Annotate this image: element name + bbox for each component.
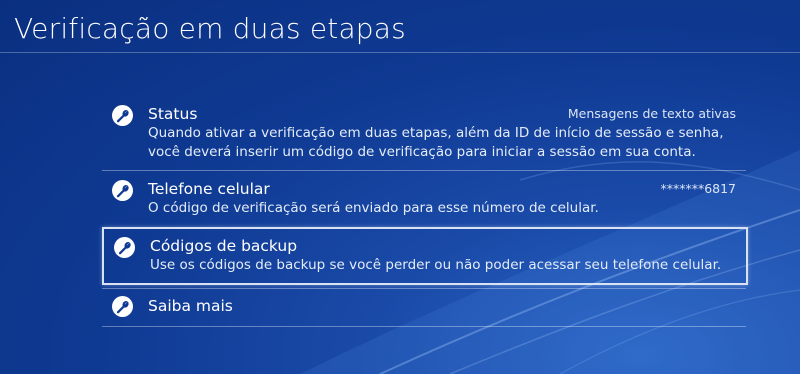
wrench-icon bbox=[112, 180, 133, 201]
menu-item-learn-more[interactable]: Saiba mais bbox=[102, 293, 748, 323]
wrench-icon bbox=[112, 105, 133, 126]
backup-codes-label: Códigos de backup bbox=[150, 237, 298, 255]
divider bbox=[102, 288, 746, 289]
wrench-icon bbox=[114, 237, 135, 258]
backup-codes-description: Use os códigos de backup se você perder … bbox=[150, 257, 722, 273]
title-divider bbox=[0, 52, 800, 53]
learn-more-label: Saiba mais bbox=[148, 297, 233, 315]
wrench-icon bbox=[112, 296, 133, 317]
menu-item-status[interactable]: Status Quando ativar a verificação em du… bbox=[102, 100, 748, 168]
divider bbox=[102, 326, 746, 327]
menu-item-phone[interactable]: Telefone celular O código de verificação… bbox=[102, 176, 748, 226]
menu-item-backup-codes[interactable]: Códigos de backup Use os códigos de back… bbox=[102, 227, 748, 285]
divider bbox=[102, 170, 746, 171]
page-title: Verificação em duas etapas bbox=[14, 12, 406, 45]
phone-number-value: *******6817 bbox=[660, 181, 736, 196]
status-description: Quando ativar a verificação em duas etap… bbox=[148, 125, 724, 160]
status-value: Mensagens de texto ativas bbox=[567, 106, 736, 121]
phone-label: Telefone celular bbox=[148, 180, 270, 198]
phone-description: O código de verificação será enviado par… bbox=[148, 200, 599, 216]
